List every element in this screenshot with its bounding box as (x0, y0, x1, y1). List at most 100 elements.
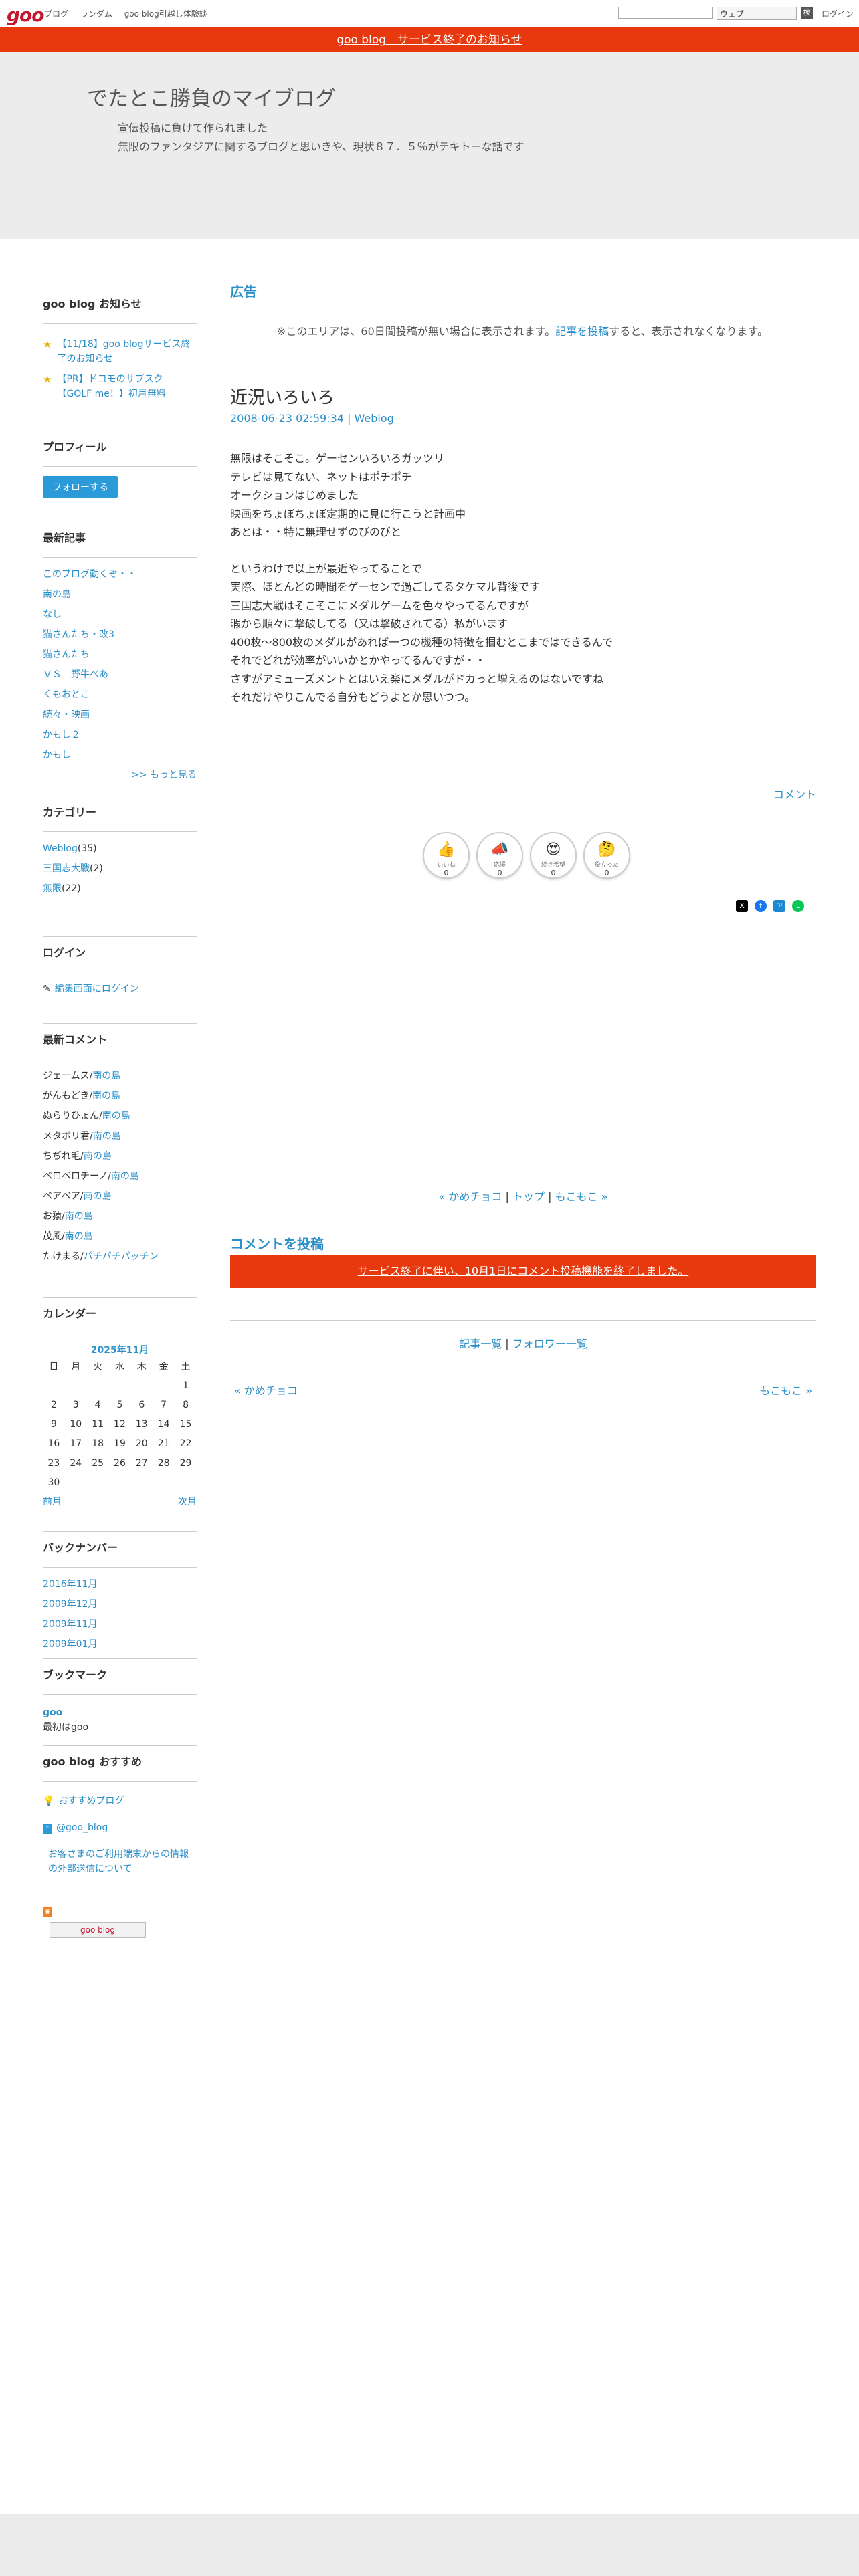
backnumber-link[interactable]: 2009年01月 (43, 1639, 97, 1650)
comment-user: お猿 (43, 1211, 62, 1222)
calendar-day: 19 (114, 1438, 126, 1449)
external-transmission-link[interactable]: お客さまのご利用端末からの情報の外部送信について (48, 1849, 189, 1874)
top-login-link[interactable]: ログイン (822, 8, 854, 19)
calendar-day: 1 (183, 1380, 189, 1391)
backnumber-link[interactable]: 2016年11月 (43, 1579, 97, 1590)
top-link-random[interactable]: ランダム (80, 9, 112, 19)
prev-entry-link[interactable]: « かめチョコ (439, 1190, 502, 1203)
comment-post-link[interactable]: 南の島 (65, 1211, 93, 1222)
article-list-link[interactable]: 記事一覧 (459, 1337, 502, 1350)
comment-link[interactable]: コメント (773, 786, 816, 802)
top-navigation-bar: goo ブログ ランダム goo blog引越し体験談 ウェブ 検 ログイン (0, 0, 859, 27)
comment-post-link[interactable]: 南の島 (83, 1191, 111, 1202)
follower-list-link[interactable]: フォロワー一覧 (512, 1337, 587, 1350)
top-link[interactable]: トップ (512, 1190, 545, 1203)
line-share-icon[interactable]: L (792, 900, 804, 912)
calendar-weekday: 日 (49, 1361, 59, 1372)
recent-post-link[interactable]: くもおとこ (43, 689, 90, 700)
bottom-prev-entry-link[interactable]: « かめチョコ (234, 1382, 298, 1398)
calendar-day: 3 (72, 1399, 79, 1410)
reaction-count: 0 (604, 869, 609, 877)
top-link-moving-stories[interactable]: goo blog引越し体験談 (124, 9, 207, 19)
calendar-day: 23 (47, 1457, 60, 1469)
entry-date-link[interactable]: 2008-06-23 02:59:34 (230, 412, 344, 425)
search-button-icon[interactable]: 検 (801, 7, 813, 19)
recent-post-link[interactable]: ＶＳ 野牛べあ (43, 669, 108, 680)
calendar-month-link[interactable]: 2025年11月 (91, 1345, 149, 1356)
calendar-day (65, 1376, 87, 1395)
recent-post-link[interactable]: 南の島 (43, 589, 71, 600)
calendar-day (109, 1473, 131, 1492)
search-scope-select[interactable]: ウェブ (717, 7, 797, 20)
entry-body-line: オークションはじめました (230, 489, 359, 502)
bookmark-link[interactable]: goo (43, 1707, 62, 1718)
entry-pager: « かめチョコ | トップ | もこもこ » (438, 1190, 608, 1203)
calendar-prev-link[interactable]: 前月 (43, 1495, 62, 1508)
recent-post-link[interactable]: かもし２ (43, 730, 80, 740)
comment-post-link[interactable]: 南の島 (92, 1091, 120, 1101)
entry-body-line: 三国志大戦はそこそこにメダルゲームを色々やってるんですが (230, 599, 529, 612)
calendar-day (130, 1376, 153, 1395)
goo-logo[interactable]: goo (7, 4, 45, 26)
recent-post-link[interactable]: 猫さんたち・改3 (43, 629, 114, 640)
entry-category-link[interactable]: Weblog (355, 412, 394, 425)
edit-login-link[interactable]: 編集画面にログイン (55, 984, 139, 994)
comment-post-link[interactable]: 南の島 (111, 1171, 139, 1182)
post-article-link[interactable]: 記事を投稿 (555, 325, 609, 338)
goo-blog-twitter-link[interactable]: @goo_blog (56, 1822, 108, 1833)
sidebar-calendar: カレンダー 2025年11月 日 月 火 水 木 金 土 1 2345678 9… (43, 1297, 197, 1508)
comment-user: 茂風 (43, 1231, 62, 1242)
recent-post-link[interactable]: このブログ動くぞ・・ (43, 569, 136, 580)
sidebar-recommend-title: goo blog おすすめ (43, 1745, 197, 1769)
comment-post-link[interactable]: 南の島 (84, 1151, 112, 1162)
comment-post-link[interactable]: 南の島 (92, 1071, 120, 1081)
rss-icon[interactable]: ◉ (43, 1907, 52, 1917)
calendar-day (43, 1376, 65, 1395)
calendar-weekday: 月 (71, 1361, 81, 1372)
notice-link[interactable]: 【11/18】goo blogサービス終了のお知らせ (57, 337, 197, 366)
bottom-next-entry-link[interactable]: もこもこ » (759, 1382, 812, 1398)
comment-post-link[interactable]: パチパチパッチン (84, 1251, 159, 1262)
sidebar-bookmarks: ブックマーク goo 最初はgoo (43, 1658, 197, 1735)
category-link[interactable]: 無限 (43, 883, 62, 894)
recommend-blog-link[interactable]: おすすめブログ (58, 1796, 124, 1806)
next-entry-link[interactable]: もこもこ » (555, 1190, 608, 1203)
comment-post-link[interactable]: 南の島 (93, 1131, 121, 1142)
recent-post-link[interactable]: 猫さんたち (43, 649, 90, 660)
calendar-next-link[interactable]: 次月 (178, 1495, 197, 1508)
top-link-blog[interactable]: ブログ (44, 9, 68, 19)
notice-link[interactable]: 【PR】ドコモのサブスク【GOLF me！】初月無料 (57, 372, 197, 401)
reaction-want-more-button[interactable]: 😍 続き希望 0 (530, 832, 577, 879)
entry-title[interactable]: 近況いろいろ (230, 384, 335, 409)
reaction-like-button[interactable]: 👍 いいね 0 (423, 832, 470, 879)
follow-button[interactable]: フォローする (43, 476, 118, 498)
backnumber-scroll-list[interactable]: 2016年11月 2009年12月 2009年11月 2009年01月 (43, 1574, 197, 1650)
sidebar-recent-title: 最新記事 (43, 522, 197, 545)
x-share-icon[interactable]: X (736, 900, 748, 912)
entry-body-line: 映画をちょぼちょぼ定期的に見に行こうと計画中 (230, 507, 466, 520)
facebook-share-icon[interactable]: f (755, 900, 767, 912)
category-link[interactable]: Weblog (43, 843, 78, 854)
comment-post-link[interactable]: 南の島 (102, 1111, 130, 1121)
entry-body-line: それでどれが効率がいいかとかやってるんですが・・ (230, 654, 486, 667)
category-link[interactable]: 三国志大戦 (43, 863, 90, 874)
reaction-cheer-button[interactable]: 📣 応援 0 (476, 832, 523, 879)
recent-post-link[interactable]: 続々・映画 (43, 710, 90, 720)
comment-closed-link[interactable]: サービス終了に伴い、10月1日にコメント投稿機能を終了しました。 (358, 1265, 689, 1277)
sidebar-calendar-title: カレンダー (43, 1297, 197, 1321)
backnumber-link[interactable]: 2009年11月 (43, 1619, 97, 1630)
recent-post-link[interactable]: かもし (43, 750, 71, 760)
recent-post-link[interactable]: なし (43, 609, 62, 620)
hatena-bookmark-icon[interactable]: B! (773, 900, 785, 912)
comment-post-link[interactable]: 南の島 (65, 1231, 93, 1242)
blog-title[interactable]: でたとこ勝負のマイブログ (87, 82, 336, 112)
reaction-count: 0 (444, 869, 449, 877)
sidebar-bookmark-title: ブックマーク (43, 1658, 197, 1682)
search-input[interactable] (618, 7, 713, 19)
goo-blog-badge[interactable]: goo blog (50, 1922, 146, 1938)
more-posts-link[interactable]: >> もっと見る (131, 770, 197, 780)
calendar-day (130, 1473, 153, 1492)
backnumber-link[interactable]: 2009年12月 (43, 1599, 97, 1610)
reaction-helpful-button[interactable]: 🤔 役立った 0 (583, 832, 630, 879)
service-end-notice-link[interactable]: goo blog サービス終了のお知らせ (337, 33, 522, 47)
